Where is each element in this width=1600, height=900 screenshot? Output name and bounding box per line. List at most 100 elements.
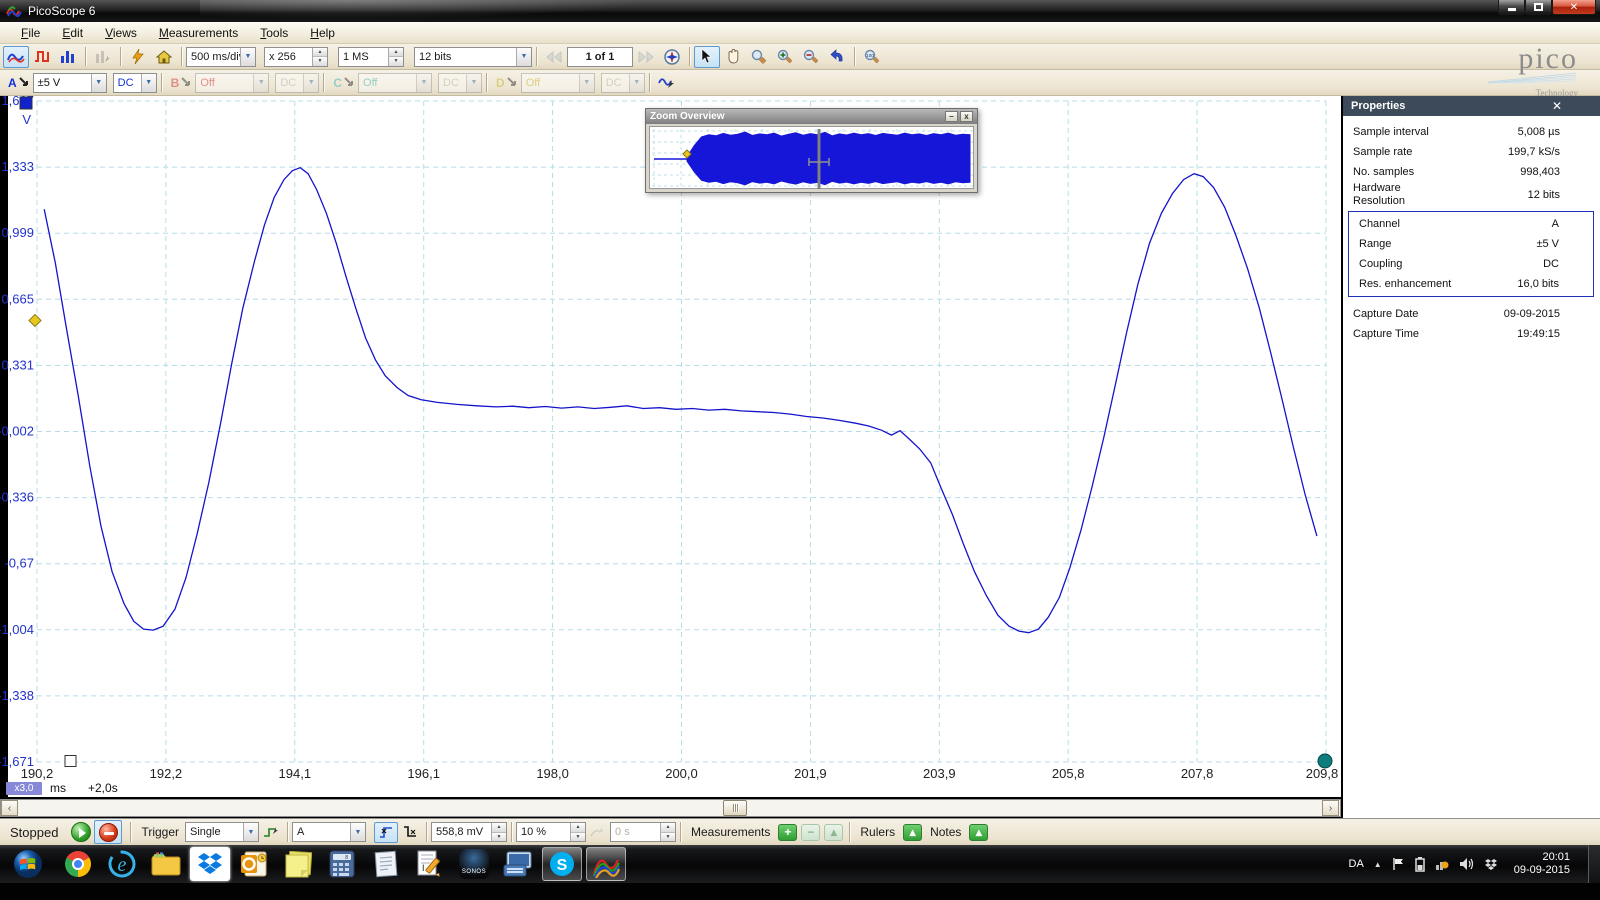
corner-marker-dot[interactable] xyxy=(1318,754,1332,768)
falling-edge-button[interactable] xyxy=(398,822,422,843)
scroll-right-button[interactable]: › xyxy=(1322,800,1339,816)
signal-generator-button[interactable] xyxy=(654,72,680,94)
marquee-zoom-button[interactable] xyxy=(746,46,772,68)
post-trigger-toggle-button[interactable] xyxy=(586,822,610,843)
hand-tool-button[interactable] xyxy=(720,46,746,68)
spectrum-view-button[interactable] xyxy=(55,46,81,68)
channel-c-label[interactable]: C xyxy=(333,76,355,90)
scope-view-button[interactable] xyxy=(3,46,29,68)
channel-c-coupling-select[interactable]: DC▼ xyxy=(438,73,482,93)
spinner-arrows-icon[interactable]: ▲▼ xyxy=(388,48,403,66)
dropbox-tray-icon[interactable] xyxy=(1484,858,1498,871)
spinner-arrows-icon[interactable]: ▲▼ xyxy=(491,823,506,841)
zoom-overview-close-button[interactable]: x xyxy=(960,111,973,122)
pointer-tool-button[interactable] xyxy=(694,46,720,68)
action-center-flag-icon[interactable] xyxy=(1392,857,1405,871)
horizontal-scrollbar[interactable]: ‹ › xyxy=(0,799,1341,817)
stop-button[interactable] xyxy=(99,823,118,842)
taskbar-windows-explorer[interactable] xyxy=(146,847,186,881)
pre-trigger-spinner[interactable]: 10 % ▲▼ xyxy=(516,822,586,842)
menu-item-views[interactable]: Views xyxy=(94,24,148,42)
taskbar-text-editor[interactable]: I↔ xyxy=(410,847,450,881)
zoom-factor-spinner[interactable]: x 256 ▲▼ xyxy=(264,47,328,67)
minimize-button[interactable] xyxy=(1498,0,1525,15)
channel-d-range-select[interactable]: Off▼ xyxy=(521,73,595,93)
spinner-arrows-icon[interactable]: ▲▼ xyxy=(312,48,327,66)
maximize-button[interactable] xyxy=(1525,0,1552,15)
buffer-nav-field[interactable]: 1 of 1 xyxy=(567,47,633,67)
go-button[interactable] xyxy=(71,822,91,842)
home-button[interactable] xyxy=(151,46,177,68)
channel-d-coupling-select[interactable]: DC▼ xyxy=(601,73,645,93)
zoom-overview-window[interactable]: Zoom Overview – x xyxy=(645,108,978,193)
volume-icon[interactable] xyxy=(1459,857,1474,871)
scroll-left-button[interactable]: ‹ xyxy=(1,800,18,816)
zoom-overview-body[interactable] xyxy=(649,126,974,189)
channel-a-range-select[interactable]: ±5 V▼ xyxy=(33,73,107,93)
undo-zoom-button[interactable] xyxy=(824,46,850,68)
timebase-select[interactable]: 500 ms/div ▼ xyxy=(186,47,256,67)
advanced-trigger-button[interactable] xyxy=(259,822,283,843)
taskbar-sticky-notes[interactable] xyxy=(278,847,318,881)
prev-buffer-button[interactable] xyxy=(541,46,567,68)
y-axis-handle-top[interactable] xyxy=(20,97,32,109)
post-trigger-spinner[interactable]: 0 s ▲▼ xyxy=(610,822,676,842)
add-measurement-button[interactable]: + xyxy=(778,824,797,841)
trigger-level-spinner[interactable]: 558,8 mV ▲▼ xyxy=(431,822,507,842)
taskbar-internet-explorer[interactable]: e xyxy=(102,847,142,881)
clock[interactable]: 20:01 09-09-2015 xyxy=(1514,851,1570,877)
trigger-level-marker[interactable] xyxy=(29,314,41,326)
taskbar-skype[interactable]: S xyxy=(542,847,582,881)
trigger-mode-select[interactable]: Single ▼ xyxy=(185,822,259,842)
taskbar-dropbox[interactable] xyxy=(190,847,230,881)
rulers-panel-button[interactable]: ▴ xyxy=(903,824,922,841)
show-desktop-button[interactable] xyxy=(1588,845,1600,883)
menu-item-tools[interactable]: Tools xyxy=(249,24,299,42)
menu-item-help[interactable]: Help xyxy=(299,24,346,42)
auto-setup-button[interactable] xyxy=(125,46,151,68)
taskbar-outlook[interactable] xyxy=(234,847,274,881)
zoom-overview-titlebar[interactable]: Zoom Overview – x xyxy=(646,109,977,124)
taskbar-sonos[interactable]: SONOS xyxy=(454,847,494,881)
waveform-channel-a[interactable] xyxy=(44,168,1317,633)
zoom-overview-minimize-button[interactable]: – xyxy=(945,111,958,122)
zoom-in-button[interactable] xyxy=(772,46,798,68)
language-indicator[interactable]: DA xyxy=(1349,858,1364,870)
taskbar-notepad[interactable] xyxy=(366,847,406,881)
close-button[interactable]: ✕ xyxy=(1552,0,1596,15)
main-chart-svg[interactable]: 1,6671,3330,9990,6650,331-0,002-0,336-0,… xyxy=(0,96,1341,797)
scope-view[interactable]: 1,6671,3330,9990,6650,331-0,002-0,336-0,… xyxy=(0,96,1341,797)
notes-panel-button[interactable]: ▴ xyxy=(969,824,988,841)
menu-item-file[interactable]: File xyxy=(10,24,51,42)
zoom-out-button[interactable] xyxy=(798,46,824,68)
remove-measurement-button[interactable]: − xyxy=(801,824,820,841)
zoom-overview-svg[interactable] xyxy=(650,127,975,191)
taskbar-calculator[interactable]: 8 xyxy=(322,847,362,881)
samples-spinner[interactable]: 1 MS ▲▼ xyxy=(338,47,404,67)
channel-b-coupling-select[interactable]: DC▼ xyxy=(275,73,319,93)
channel-c-range-select[interactable]: Off▼ xyxy=(358,73,432,93)
next-buffer-button[interactable] xyxy=(633,46,659,68)
spinner-arrows-icon[interactable]: ▲▼ xyxy=(570,823,585,841)
menu-item-measurements[interactable]: Measurements xyxy=(148,24,249,42)
channel-d-label[interactable]: D xyxy=(496,76,518,90)
zoom-scale-badge[interactable]: x3,0 xyxy=(6,782,42,795)
taskbar-picoscope[interactable] xyxy=(586,847,626,881)
network-status-icon[interactable] xyxy=(1435,857,1449,871)
rising-edge-button[interactable] xyxy=(374,822,398,843)
trigger-source-select[interactable]: A ▼ xyxy=(292,822,366,842)
taskbar-start[interactable] xyxy=(2,847,54,881)
hidden-icons-chevron-icon[interactable]: ▲ xyxy=(1374,860,1382,869)
taskbar-remote-desktop[interactable] xyxy=(498,847,538,881)
zoom-full-button[interactable]: 100 xyxy=(859,46,885,68)
properties-close-icon[interactable]: ✕ xyxy=(1552,99,1562,113)
add-view-button[interactable] xyxy=(90,46,116,68)
taskbar-chrome[interactable] xyxy=(58,847,98,881)
persistence-view-button[interactable] xyxy=(29,46,55,68)
channel-b-range-select[interactable]: Off▼ xyxy=(195,73,269,93)
resolution-select[interactable]: 12 bits ▼ xyxy=(414,47,532,67)
channel-a-label[interactable]: A xyxy=(8,76,30,90)
edit-measurement-button[interactable]: ▴ xyxy=(824,824,843,841)
battery-icon[interactable] xyxy=(1415,857,1425,872)
channel-a-coupling-select[interactable]: DC▼ xyxy=(113,73,157,93)
